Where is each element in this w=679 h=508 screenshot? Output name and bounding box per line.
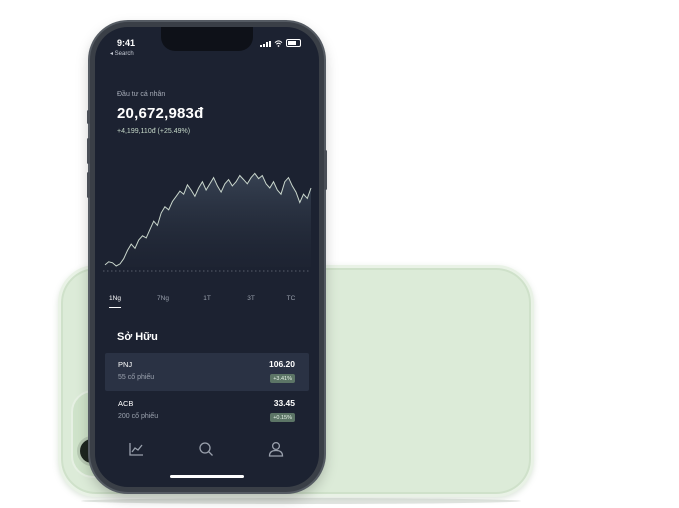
status-time: 9:41 (117, 38, 136, 48)
portfolio-change: +4,199,110đ (+25.49%) (117, 128, 191, 135)
device-shadow (81, 498, 521, 504)
holdings-title: Sở Hữu (117, 331, 158, 343)
holding-shares: 55 cổ phiếu (118, 374, 155, 381)
holding-shares: 200 cổ phiếu (118, 413, 159, 420)
portfolio-balance: 20,672,983đ (117, 105, 204, 122)
back-to-search-link[interactable]: ◂ Search (110, 50, 134, 57)
holding-symbol: PNJ (118, 360, 133, 369)
app-screen: 9:41 ◂ Search Đầu tư cá nhân 20,672,983đ… (95, 27, 319, 487)
range-tab-1ng[interactable]: 1Ng (109, 295, 121, 308)
account-label: Đầu tư cá nhân (117, 91, 166, 98)
holding-row-acb[interactable]: ACB 200 cổ phiếu 33.45 +0.15% (105, 392, 309, 430)
mute-switch (87, 110, 90, 124)
notch (161, 27, 253, 51)
range-tab-3t[interactable]: 3T (247, 295, 255, 302)
holding-change-badge: +0.15% (270, 413, 295, 422)
status-icons (260, 39, 301, 47)
product-showcase: 9:41 ◂ Search Đầu tư cá nhân 20,672,983đ… (0, 0, 679, 508)
cellular-signal-icon (260, 41, 271, 47)
holding-price: 106.20 (269, 359, 295, 369)
range-tab-tc[interactable]: TC (287, 295, 296, 302)
home-indicator[interactable] (170, 475, 244, 478)
bottom-nav (95, 435, 319, 465)
range-tab-1t[interactable]: 1T (203, 295, 211, 302)
holding-price: 33.45 (273, 398, 295, 408)
front-phone-device: 9:41 ◂ Search Đầu tư cá nhân 20,672,983đ… (87, 22, 327, 492)
search-icon[interactable] (196, 439, 216, 459)
holding-symbol: ACB (118, 399, 134, 408)
chart-icon[interactable] (126, 439, 146, 459)
wifi-icon (274, 40, 283, 47)
holding-change-badge: +3.41% (270, 374, 295, 383)
battery-icon (286, 39, 301, 47)
holding-row-pnj[interactable]: PNJ 55 cổ phiếu 106.20 +3.41% (105, 353, 309, 391)
power-button (324, 150, 327, 190)
range-tabs: 1Ng 7Ng 1T 3T TC (95, 295, 319, 313)
portfolio-chart[interactable] (95, 157, 319, 277)
profile-icon[interactable] (266, 439, 286, 459)
volume-down-button (87, 172, 90, 198)
range-tab-7ng[interactable]: 7Ng (157, 295, 169, 302)
volume-up-button (87, 138, 90, 164)
